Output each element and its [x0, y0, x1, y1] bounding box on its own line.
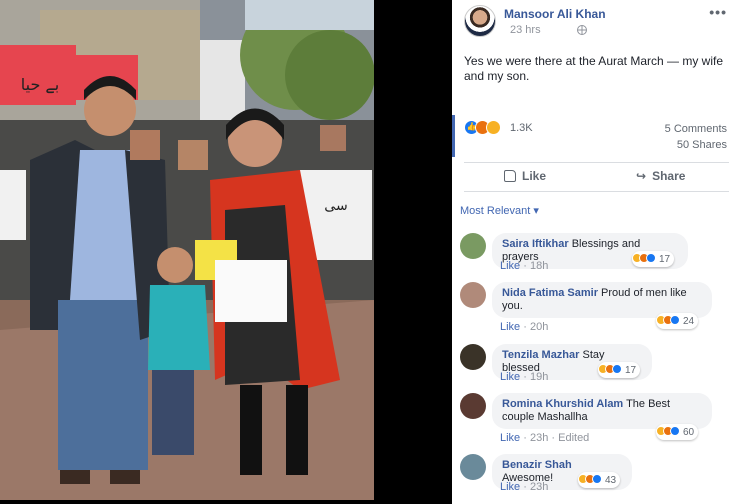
comment-reaction-count: 24 [683, 316, 695, 327]
comment-reactions[interactable]: 17 [632, 251, 675, 267]
comment-meta: Like · 23h [500, 481, 549, 493]
comment-sort-label: Most Relevant [460, 205, 531, 217]
comment-reaction-count: 17 [659, 254, 671, 265]
comment-sort-dropdown[interactable]: Most Relevant ▾ [460, 204, 539, 217]
post-photo[interactable]: بے حیا سی [0, 0, 374, 500]
comment-like-link[interactable]: Like [500, 260, 520, 272]
like-mini-icon [670, 315, 680, 325]
share-arrow-icon: ↪ [636, 169, 647, 183]
comment-reaction-count: 60 [683, 427, 695, 438]
commenter-name[interactable]: Romina Khurshid Alam [502, 398, 623, 410]
comment-time[interactable]: 23h [530, 481, 548, 493]
commenter-name[interactable]: Benazir Shah [502, 459, 572, 471]
like-mini-icon [592, 474, 602, 484]
comment-reactions[interactable]: 43 [578, 472, 621, 488]
comment-reactions[interactable]: 60 [656, 424, 699, 440]
comment-time[interactable]: 23h [530, 432, 548, 444]
share-button-label: Share [652, 169, 686, 183]
author-name[interactable]: Mansoor Ali Khan [504, 7, 606, 21]
reactions-count[interactable]: 1.3K [510, 122, 533, 134]
comment-meta: Like · 23h · Edited [500, 432, 590, 444]
comment-like-link[interactable]: Like [500, 432, 520, 444]
comment-edited[interactable]: Edited [558, 432, 589, 444]
post-text: Yes we were there at the Aurat March — m… [464, 54, 724, 83]
more-options-icon[interactable]: ••• [709, 4, 727, 20]
comment-reaction-count: 17 [625, 365, 637, 376]
comment-time[interactable]: 18h [530, 260, 548, 272]
commenter-avatar[interactable] [460, 282, 486, 308]
commenter-avatar[interactable] [460, 344, 486, 370]
post-header: Mansoor Ali Khan 23 hrs ••• [452, 0, 741, 44]
commenter-name[interactable]: Nida Fatima Samir [502, 287, 598, 299]
comment-time[interactable]: 19h [530, 371, 548, 383]
post-timestamp[interactable]: 23 hrs [510, 24, 541, 36]
march-photo-illustration: بے حیا سی [0, 0, 374, 500]
comment-like-link[interactable]: Like [500, 321, 520, 333]
comment-like-link[interactable]: Like [500, 481, 520, 493]
commenter-avatar[interactable] [460, 454, 486, 480]
shares-count[interactable]: 50 Shares [677, 139, 727, 151]
comments-count[interactable]: 5 Comments [665, 123, 727, 135]
commenter-avatar[interactable] [460, 233, 486, 259]
commenter-name[interactable]: Saira Iftikhar [502, 238, 569, 250]
comment-meta: Like · 18h [500, 260, 549, 272]
protest-sign-1-text: بے حیا [21, 75, 60, 94]
like-button-label: Like [522, 169, 547, 183]
commenter-name[interactable]: Tenzila Mazhar [502, 349, 579, 361]
comment-reactions[interactable]: 24 [656, 313, 699, 329]
globe-icon [577, 25, 587, 35]
comment-meta: Like · 19h [500, 371, 549, 383]
comment-like-link[interactable]: Like [500, 371, 520, 383]
haha-reaction-icon [486, 120, 501, 135]
post-side-panel: Mansoor Ali Khan 23 hrs ••• Yes we were … [452, 0, 741, 504]
comment-meta: Like · 20h [500, 321, 549, 333]
comment-reaction-count: 43 [605, 475, 617, 486]
commenter-avatar[interactable] [460, 393, 486, 419]
comment-reactions[interactable]: 17 [598, 362, 641, 378]
like-mini-icon [670, 426, 680, 436]
thumbs-up-icon [504, 170, 516, 182]
share-button[interactable]: ↪ Share [636, 169, 685, 183]
author-avatar[interactable] [464, 5, 496, 37]
post-stats: 👍 1.3K 5 Comments 50 Shares [452, 115, 741, 157]
chevron-down-icon: ▾ [533, 205, 539, 217]
comment-time[interactable]: 20h [530, 321, 548, 333]
like-mini-icon [646, 253, 656, 263]
like-mini-icon [612, 364, 622, 374]
like-button[interactable]: Like [504, 169, 546, 183]
protest-sign-2-text: سی [324, 198, 347, 214]
lightbox-background [374, 0, 452, 504]
post-actions-bar: Like ↪ Share [464, 162, 729, 192]
